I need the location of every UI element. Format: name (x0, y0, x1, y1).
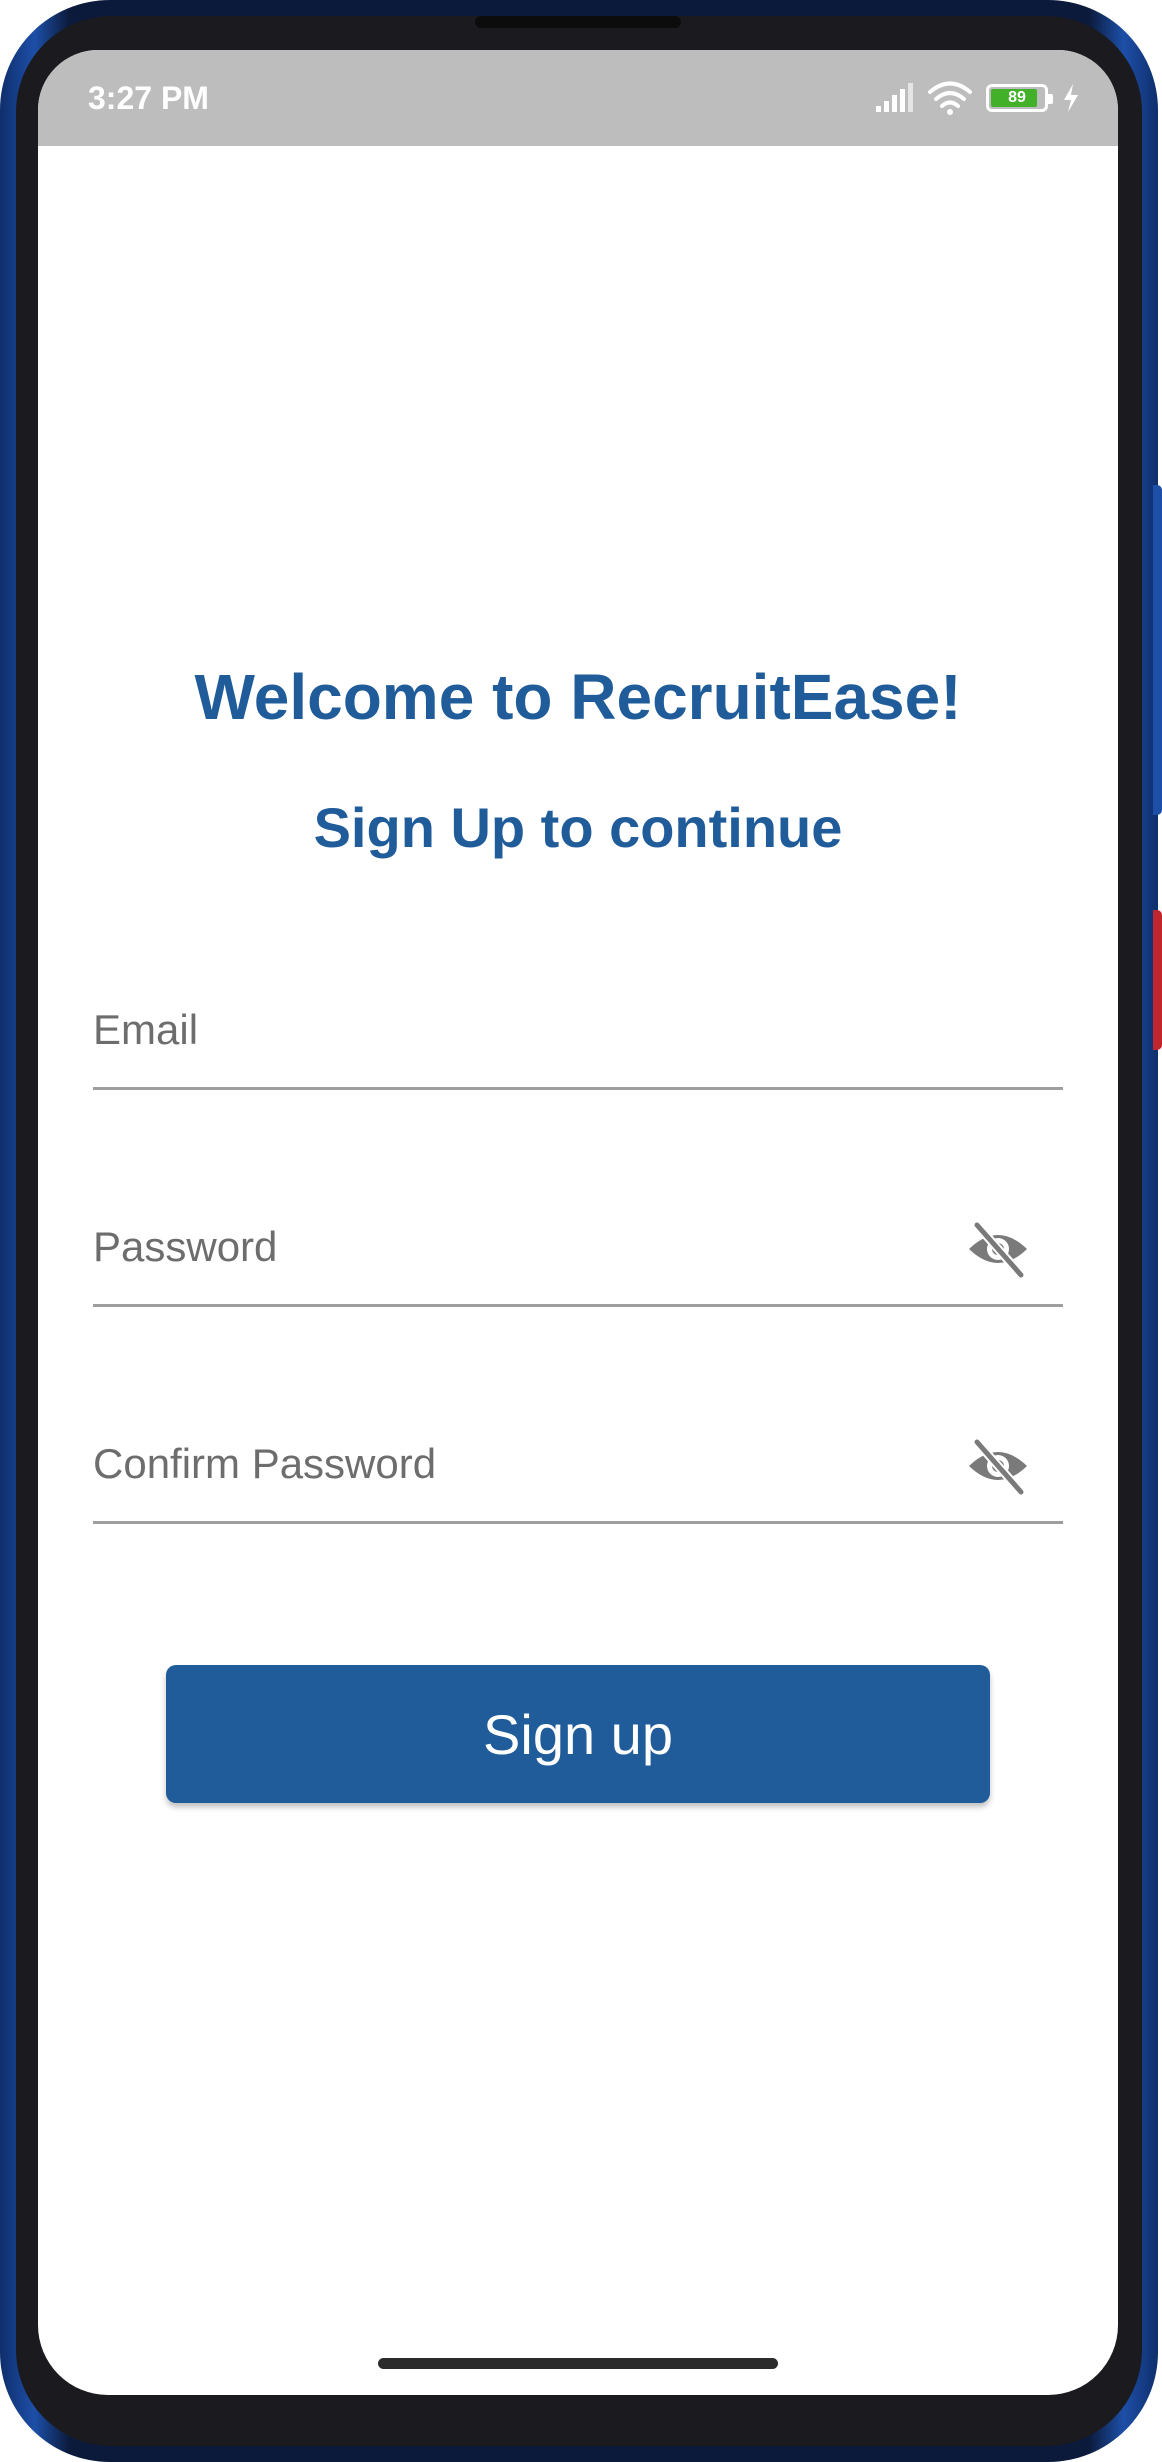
battery-tip (1048, 94, 1053, 104)
app-screen: 3:27 PM 89 Welcome to RecruitEase! Sign … (38, 50, 1118, 2395)
home-indicator[interactable] (378, 2358, 778, 2369)
eye-off-icon[interactable] (965, 1219, 1031, 1279)
earpiece-speaker (475, 16, 681, 28)
password-input[interactable] (93, 1217, 953, 1277)
volume-button (1153, 485, 1162, 815)
status-time: 3:27 PM (88, 80, 209, 116)
page-subtitle: Sign Up to continue (313, 796, 843, 859)
status-bar: 3:27 PM 89 (38, 50, 1118, 146)
confirm-password-input[interactable] (93, 1434, 953, 1494)
charging-icon (1064, 84, 1078, 112)
status-icons: 89 (874, 78, 1080, 118)
signal-icon (876, 83, 913, 112)
battery-icon: 89 (986, 84, 1053, 112)
email-input[interactable] (93, 1000, 953, 1060)
eye-off-icon[interactable] (965, 1436, 1031, 1496)
confirm-password-field (93, 1414, 1063, 1524)
sign-up-button[interactable]: Sign up (166, 1665, 990, 1803)
wifi-icon (928, 81, 972, 115)
battery-level-text: 89 (1008, 89, 1026, 106)
page-title: Welcome to RecruitEase! (194, 661, 962, 733)
power-button (1153, 910, 1162, 1050)
email-field (93, 980, 1063, 1090)
password-field (93, 1197, 1063, 1307)
